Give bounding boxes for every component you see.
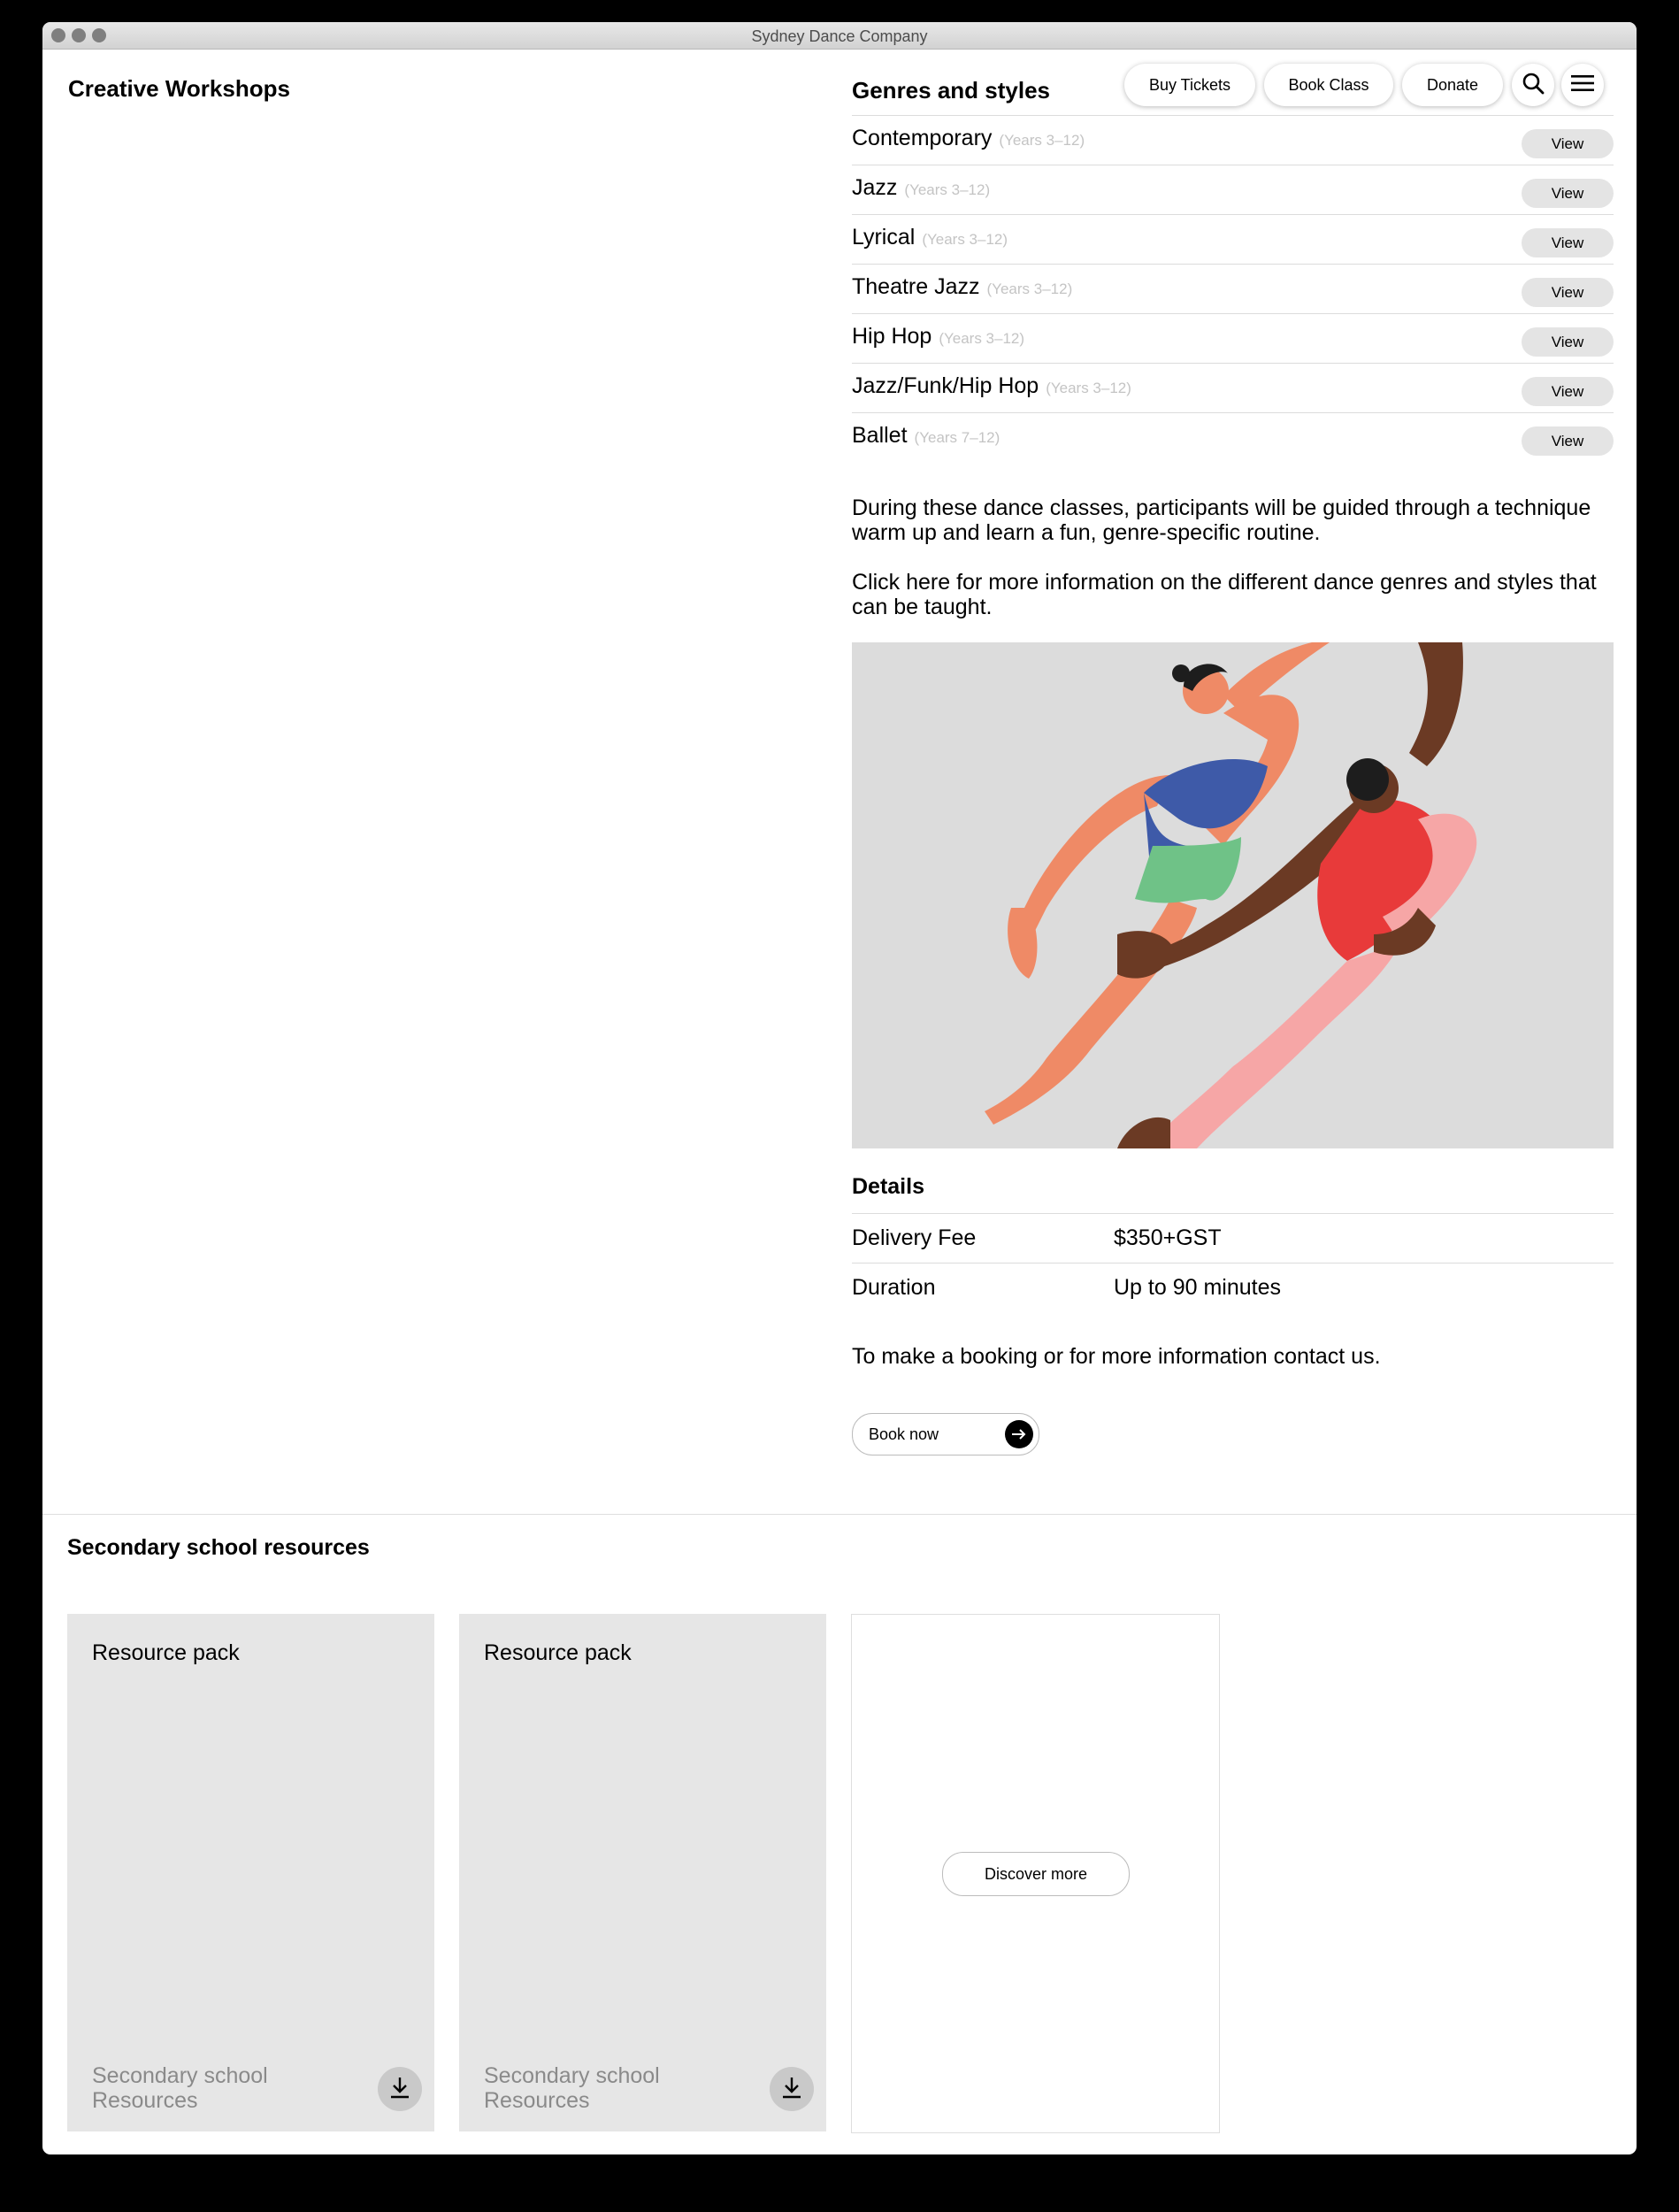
genre-years: (Years 3–12) bbox=[986, 280, 1073, 297]
arrow-right-icon bbox=[1005, 1420, 1033, 1448]
genres-info-link[interactable]: Click here for more information on the d… bbox=[852, 570, 1613, 619]
genre-years: (Years 3–12) bbox=[1046, 380, 1131, 396]
download-button[interactable] bbox=[770, 2067, 814, 2111]
view-button[interactable]: View bbox=[1522, 377, 1614, 406]
card-subtitle-line: Secondary school bbox=[484, 2063, 660, 2088]
genre-row: Jazz (Years 3–12) View bbox=[852, 165, 1614, 215]
genre-years: (Years 3–12) bbox=[939, 330, 1025, 347]
section-divider bbox=[42, 1514, 1637, 1515]
genre-row: Contemporary (Years 3–12) View bbox=[852, 115, 1614, 165]
genre-row: Jazz/Funk/Hip Hop (Years 3–12) View bbox=[852, 363, 1614, 413]
view-button[interactable]: View bbox=[1522, 129, 1614, 158]
browser-window: Sydney Dance Company Creative Workshops … bbox=[42, 22, 1637, 2154]
genre-name: Theatre Jazz bbox=[852, 274, 980, 299]
detail-label: Duration bbox=[852, 1275, 936, 1300]
card-title: Resource pack bbox=[484, 1640, 632, 1665]
card-subtitle-line: Resources bbox=[92, 2088, 198, 2113]
secondary-resources-title: Secondary school resources bbox=[67, 1535, 370, 1560]
view-button[interactable]: View bbox=[1522, 179, 1614, 208]
card-title: Resource pack bbox=[92, 1640, 240, 1665]
genre-row: Theatre Jazz (Years 3–12) View bbox=[852, 264, 1614, 314]
description-paragraph: During these dance classes, participants… bbox=[852, 495, 1591, 545]
menu-button[interactable] bbox=[1561, 64, 1604, 106]
book-now-button[interactable]: Book now bbox=[852, 1413, 1039, 1455]
window-title: Sydney Dance Company bbox=[751, 27, 928, 45]
genre-row: Lyrical (Years 3–12) View bbox=[852, 214, 1614, 265]
card-subtitle: Secondary school Resources bbox=[484, 2063, 660, 2113]
page-title: Creative Workshops bbox=[68, 75, 290, 102]
view-button[interactable]: View bbox=[1522, 278, 1614, 307]
download-icon bbox=[781, 2076, 802, 2103]
card-subtitle-line: Secondary school bbox=[92, 2063, 268, 2088]
genre-name: Lyrical bbox=[852, 225, 916, 250]
genres-title: Genres and styles bbox=[852, 77, 1050, 104]
genre-name: Contemporary bbox=[852, 126, 993, 150]
discover-more-card: Discover more bbox=[851, 1614, 1220, 2133]
buy-tickets-button[interactable]: Buy Tickets bbox=[1124, 64, 1255, 106]
genre-name: Jazz bbox=[852, 175, 898, 200]
book-class-button[interactable]: Book Class bbox=[1264, 64, 1393, 106]
resource-card[interactable]: Resource pack Secondary school Resources bbox=[459, 1614, 826, 2131]
search-icon bbox=[1522, 72, 1545, 99]
genre-row: Hip Hop (Years 3–12) View bbox=[852, 313, 1614, 364]
search-button[interactable] bbox=[1512, 64, 1554, 106]
discover-more-button[interactable]: Discover more bbox=[942, 1852, 1130, 1896]
details-title: Details bbox=[852, 1174, 924, 1199]
download-icon bbox=[389, 2076, 410, 2103]
donate-button[interactable]: Donate bbox=[1402, 64, 1503, 106]
download-button[interactable] bbox=[378, 2067, 422, 2111]
genre-name: Hip Hop bbox=[852, 324, 932, 349]
genre-name: Ballet bbox=[852, 423, 908, 448]
view-button[interactable]: View bbox=[1522, 228, 1614, 257]
detail-row: Delivery Fee $350+GST bbox=[852, 1213, 1614, 1263]
card-subtitle: Secondary school Resources bbox=[92, 2063, 268, 2113]
genre-years: (Years 7–12) bbox=[914, 429, 1000, 446]
card-subtitle-line: Resources bbox=[484, 2088, 590, 2113]
dancers-illustration bbox=[852, 642, 1614, 1148]
contact-text: To make a booking or for more informatio… bbox=[852, 1344, 1381, 1369]
detail-row: Duration Up to 90 minutes bbox=[852, 1263, 1614, 1313]
genre-years: (Years 3–12) bbox=[922, 231, 1008, 248]
detail-label: Delivery Fee bbox=[852, 1225, 977, 1250]
view-button[interactable]: View bbox=[1522, 327, 1614, 357]
view-button[interactable]: View bbox=[1522, 426, 1614, 456]
menu-icon bbox=[1571, 74, 1594, 96]
title-bar: Sydney Dance Company bbox=[42, 22, 1637, 50]
book-now-label: Book now bbox=[869, 1425, 939, 1443]
genre-row: Ballet (Years 7–12) View bbox=[852, 412, 1614, 463]
genre-years: (Years 3–12) bbox=[904, 181, 991, 198]
resource-card[interactable]: Resource pack Secondary school Resources bbox=[67, 1614, 434, 2131]
genre-years: (Years 3–12) bbox=[999, 132, 1085, 149]
detail-value: Up to 90 minutes bbox=[1114, 1275, 1281, 1300]
detail-value: $350+GST bbox=[1114, 1225, 1222, 1250]
genre-name: Jazz/Funk/Hip Hop bbox=[852, 373, 1039, 398]
